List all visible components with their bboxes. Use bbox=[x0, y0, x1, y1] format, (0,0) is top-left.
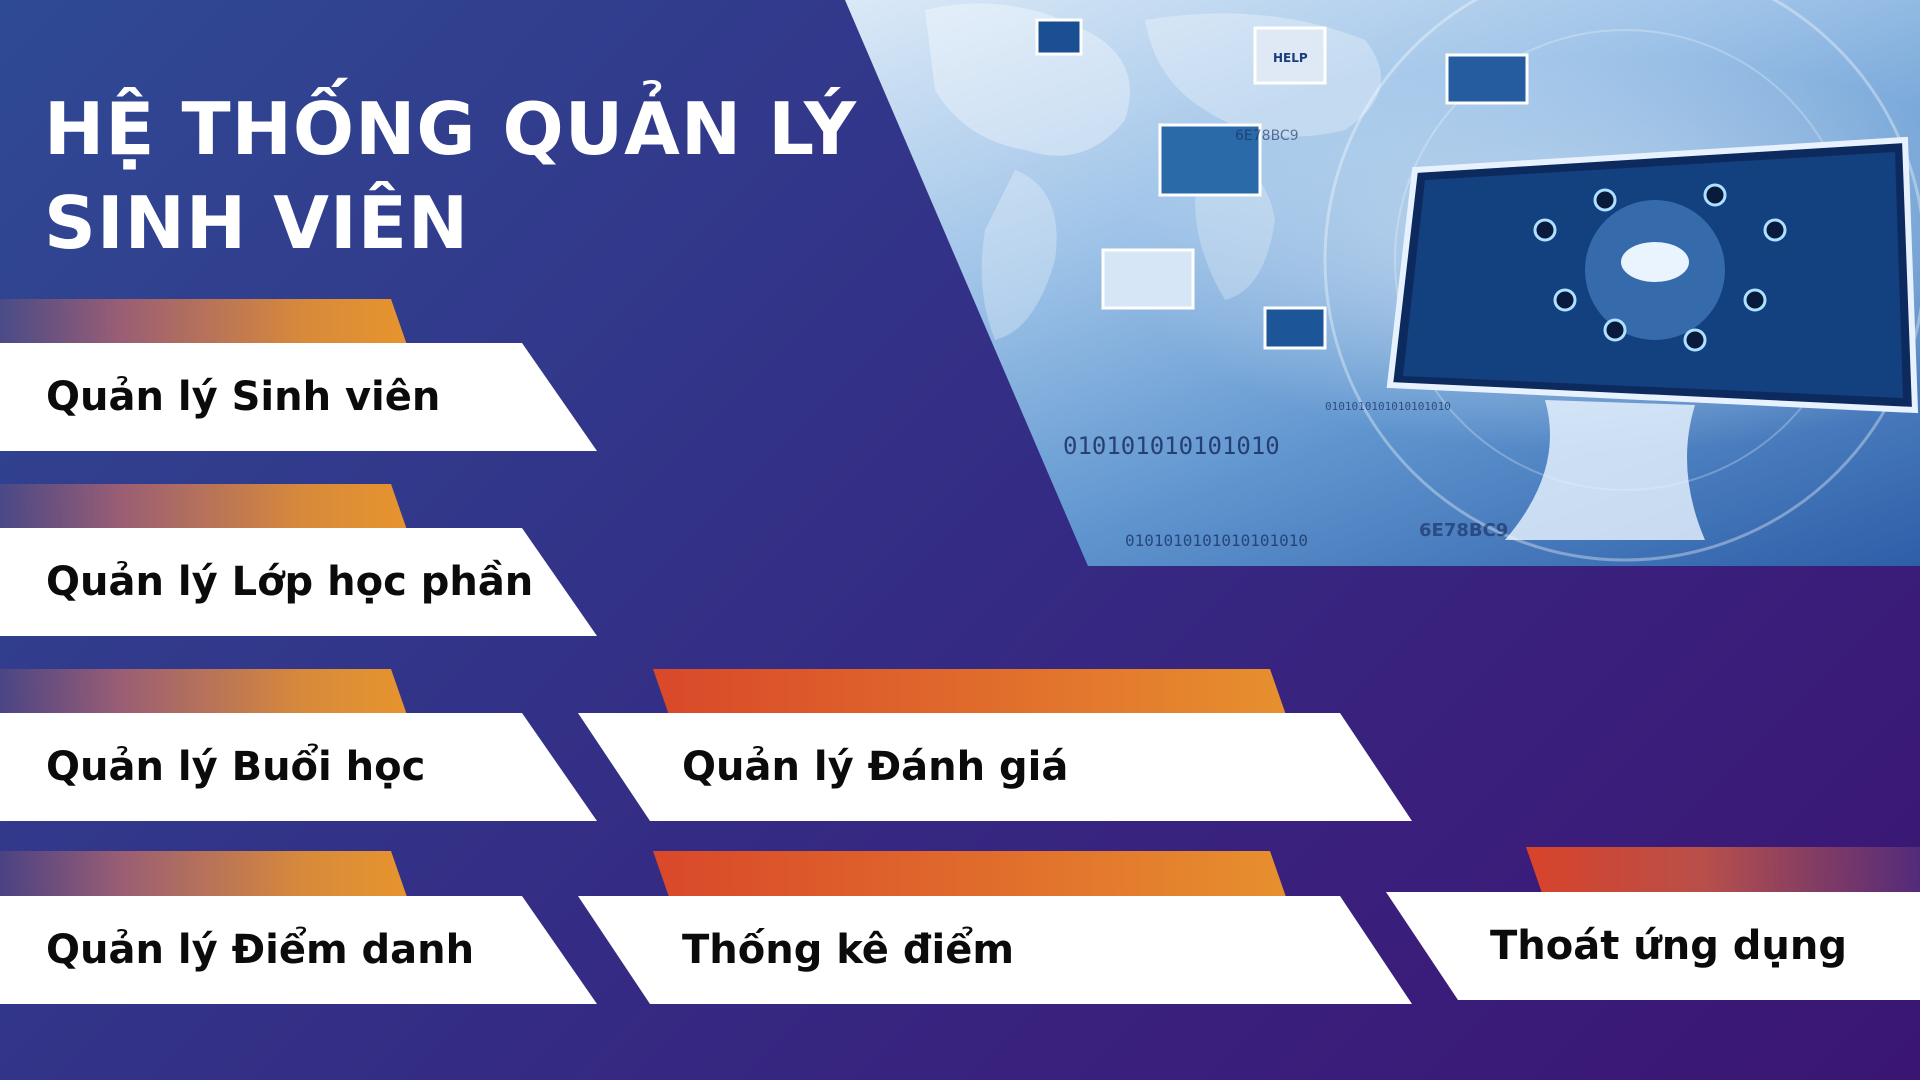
binary-text: 0101010101010101010 bbox=[1325, 400, 1451, 413]
exit-app-button[interactable]: Thoát ứng dụng bbox=[1386, 892, 1920, 1000]
menu-accent-bar bbox=[0, 484, 407, 530]
course-sections-menu-label: Quản lý Lớp học phần bbox=[46, 559, 534, 605]
sessions-menu-button[interactable]: Quản lý Buổi học bbox=[0, 713, 597, 821]
app-title-line1: HỆ THỐNG QUẢN LÝ bbox=[44, 87, 858, 171]
exit-app-label: Thoát ứng dụng bbox=[1490, 923, 1848, 969]
attendance-menu-button[interactable]: Quản lý Điểm danh bbox=[0, 896, 597, 1004]
monitor-icon bbox=[1386, 136, 1919, 540]
sessions-menu-label: Quản lý Buổi học bbox=[46, 744, 426, 790]
menu-accent-bar bbox=[0, 851, 407, 897]
world-map-shape bbox=[925, 3, 1130, 156]
menu-accent-bar bbox=[1526, 847, 1920, 893]
grade-stats-menu-label: Thống kê điểm bbox=[682, 927, 1015, 973]
evaluation-menu-button[interactable]: Quản lý Đánh giá bbox=[578, 713, 1412, 821]
help-text: HELP bbox=[1273, 51, 1308, 65]
hex-text: 6E78BC9 bbox=[1235, 128, 1299, 144]
hero-image: HELP 010101010101010 0101010101010101010… bbox=[845, 0, 1920, 566]
menu-accent-bar bbox=[0, 299, 407, 345]
binary-text: 010101010101010 bbox=[1063, 432, 1280, 460]
students-menu-label: Quản lý Sinh viên bbox=[46, 374, 441, 420]
menu-accent-bar bbox=[653, 851, 1286, 897]
menu-accent-bar bbox=[653, 669, 1286, 715]
binary-text: 0101010101010101010 bbox=[1125, 531, 1308, 550]
evaluation-menu-label: Quản lý Đánh giá bbox=[682, 744, 1069, 790]
app-title-line2: SINH VIÊN bbox=[44, 181, 470, 265]
hex-text: 6E78BC9 bbox=[1419, 520, 1508, 541]
grade-stats-menu-button[interactable]: Thống kê điểm bbox=[578, 896, 1412, 1004]
app-title: HỆ THỐNG QUẢN LÝ SINH VIÊN bbox=[44, 82, 857, 270]
attendance-menu-label: Quản lý Điểm danh bbox=[46, 927, 475, 973]
students-menu-button[interactable]: Quản lý Sinh viên bbox=[0, 343, 597, 451]
course-sections-menu-button[interactable]: Quản lý Lớp học phần bbox=[0, 528, 597, 636]
menu-accent-bar bbox=[0, 669, 407, 715]
